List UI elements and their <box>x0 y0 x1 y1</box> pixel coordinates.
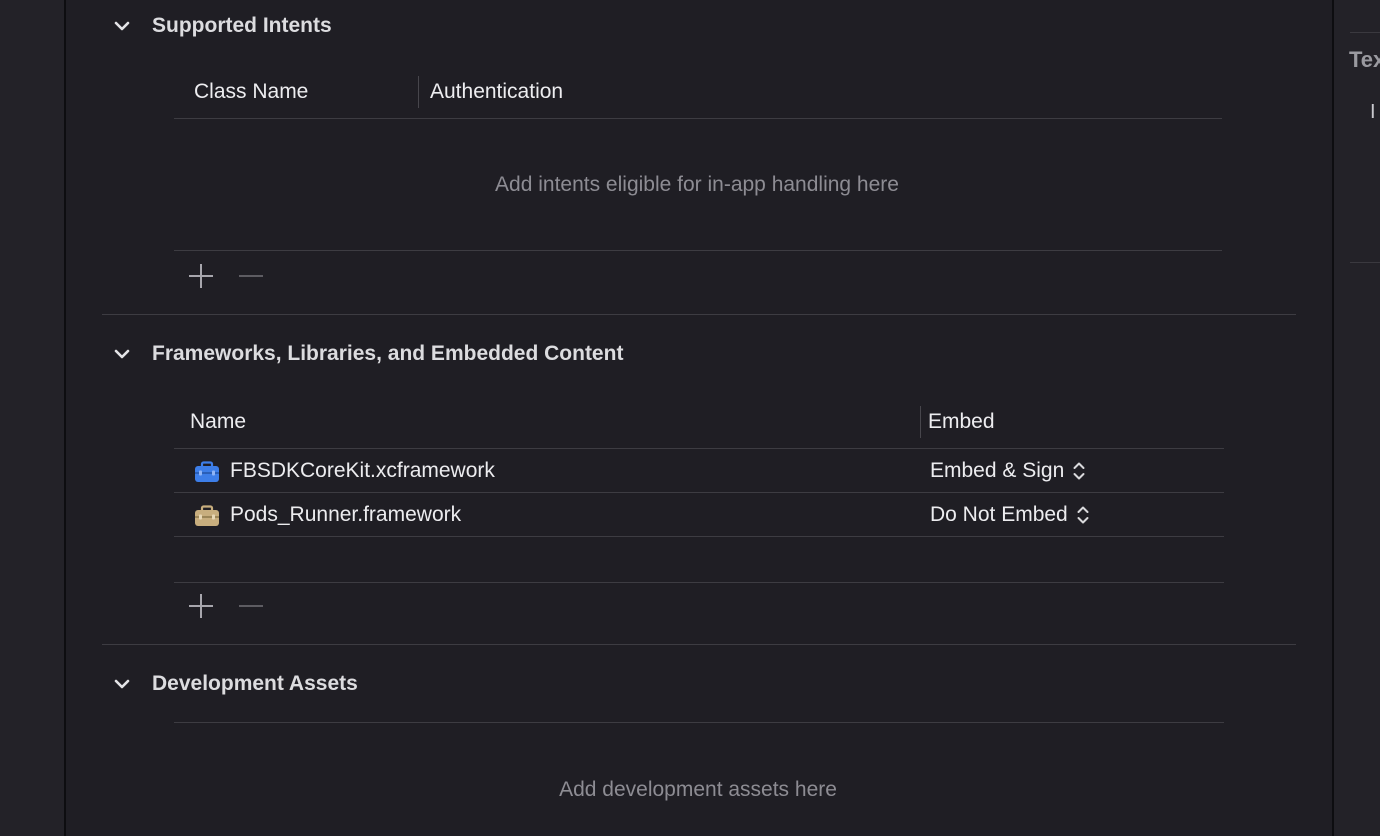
framework-name: FBSDKCoreKit.xcframework <box>230 459 495 482</box>
embed-value: Do Not Embed <box>930 503 1068 526</box>
chevron-down-icon[interactable] <box>112 344 132 364</box>
inspector-field-label: I <box>1370 101 1376 123</box>
section-title: Development Assets <box>152 672 358 695</box>
section-header-development-assets[interactable]: Development Assets <box>112 669 358 699</box>
inspector-divider-line <box>1350 262 1380 263</box>
chevron-up-down-icon <box>1073 462 1085 480</box>
table-header-divider <box>174 118 1222 119</box>
navigator-edge <box>0 0 64 836</box>
column-header-embed[interactable]: Embed <box>928 410 995 434</box>
column-separator[interactable] <box>418 76 419 108</box>
table-header-divider <box>174 722 1224 723</box>
inspector-panel: Tex I <box>1334 0 1380 836</box>
framework-name: Pods_Runner.framework <box>230 503 462 526</box>
table-row[interactable]: FBSDKCoreKit.xcframework Embed & Sign <box>174 450 1224 493</box>
section-title: Supported Intents <box>152 14 332 37</box>
table-footer-divider <box>174 250 1222 251</box>
remove-intent-button[interactable] <box>236 261 266 291</box>
column-separator[interactable] <box>920 406 921 438</box>
chevron-down-icon[interactable] <box>112 16 132 36</box>
column-header-class-name[interactable]: Class Name <box>194 80 308 104</box>
plus-icon <box>189 264 213 288</box>
row-divider <box>174 536 1224 537</box>
section-header-supported-intents[interactable]: Supported Intents <box>112 11 332 41</box>
framework-toolbox-blue-icon <box>195 461 219 482</box>
development-assets-placeholder: Add development assets here <box>559 778 837 801</box>
row-divider <box>174 492 1224 493</box>
column-header-name[interactable]: Name <box>190 410 246 434</box>
remove-framework-button[interactable] <box>236 591 266 621</box>
section-divider <box>102 314 1296 315</box>
table-row[interactable]: Pods_Runner.framework Do Not Embed <box>174 494 1224 537</box>
embed-popup-button[interactable]: Do Not Embed <box>930 503 1090 527</box>
chevron-up-down-icon <box>1077 506 1089 524</box>
xcode-window: Supported Intents Class Name Authenticat… <box>0 0 1380 836</box>
add-framework-button[interactable] <box>186 591 216 621</box>
embed-value: Embed & Sign <box>930 459 1065 482</box>
section-divider <box>102 644 1296 645</box>
table-header-divider <box>174 448 1224 449</box>
chevron-down-icon[interactable] <box>112 674 132 694</box>
embed-popup-button[interactable]: Embed & Sign <box>930 459 1086 483</box>
target-editor <box>66 0 1332 836</box>
inspector-heading: Tex <box>1349 47 1380 72</box>
framework-toolbox-tan-icon <box>195 505 219 526</box>
section-header-frameworks[interactable]: Frameworks, Libraries, and Embedded Cont… <box>112 339 623 369</box>
table-footer-divider <box>174 582 1224 583</box>
section-title: Frameworks, Libraries, and Embedded Cont… <box>152 342 624 365</box>
intents-placeholder: Add intents eligible for in-app handling… <box>495 173 899 196</box>
column-header-authentication[interactable]: Authentication <box>430 80 563 104</box>
add-intent-button[interactable] <box>186 261 216 291</box>
plus-icon <box>189 594 213 618</box>
inspector-divider-line <box>1350 32 1380 33</box>
